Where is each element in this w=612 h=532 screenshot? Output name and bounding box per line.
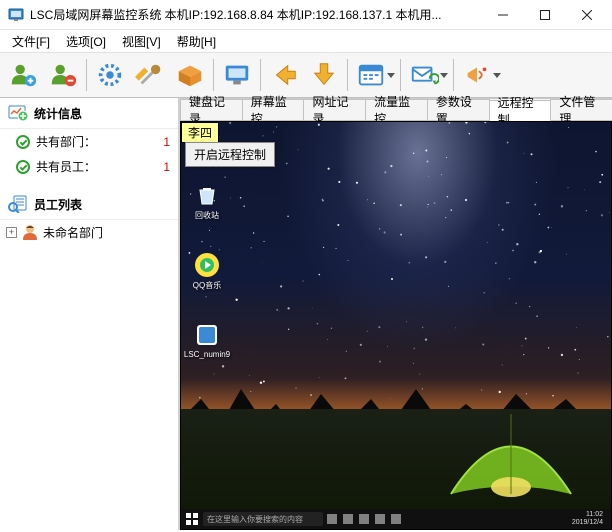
tree-row-dept[interactable]: + 未命名部门 (0, 220, 178, 244)
package-button[interactable] (171, 56, 209, 94)
app-icon (8, 7, 24, 23)
desktop-icon-label: QQ音乐 (182, 280, 232, 291)
monitor-button[interactable] (218, 56, 256, 94)
taskbar-icons (327, 514, 401, 524)
mail-refresh-button[interactable] (405, 56, 443, 94)
tools-wrench-button[interactable] (131, 56, 169, 94)
close-button[interactable] (566, 1, 608, 29)
list-title: 员工列表 (34, 196, 82, 213)
dept-label: 共有部门： (36, 133, 144, 150)
clock-date: 2019/12/4 (572, 519, 603, 527)
desktop-icon-qqmusic: QQ音乐 (187, 252, 227, 291)
window-controls (482, 1, 608, 29)
separator (260, 59, 261, 91)
toolbar (0, 52, 612, 98)
announce-button[interactable] (458, 56, 496, 94)
content-area: 回收站 QQ音乐 LSC_numin9 在这里输入你要搜索的内容 (180, 121, 612, 530)
tab-settings[interactable]: 参数设置 (427, 99, 490, 120)
clock-time: 11:02 (572, 511, 603, 519)
menu-file[interactable]: 文件[F] (4, 31, 58, 52)
taskbar-search-placeholder: 在这里输入你要搜索的内容 (207, 514, 303, 525)
avatar-icon (21, 223, 39, 241)
taskbar-app-icon (391, 514, 401, 524)
remove-user-button[interactable] (44, 56, 82, 94)
separator (400, 59, 401, 91)
tabs: 键盘记录 屏幕监控 网址记录 流量监控 参数设置 远程控制 文件管理 (180, 99, 612, 121)
menubar: 文件[F] 选项[O] 视图[V] 帮助[H] (0, 30, 612, 52)
settings-gear-button[interactable] (91, 56, 129, 94)
desktop-icon-label: 回收站 (182, 210, 232, 221)
stats-title: 统计信息 (34, 105, 82, 122)
main-panel: 键盘记录 屏幕监控 网址记录 流量监控 参数设置 远程控制 文件管理 (180, 98, 612, 530)
tab-remote[interactable]: 远程控制 (489, 100, 552, 121)
taskbar-clock: 11:02 2019/12/4 (572, 511, 607, 526)
tab-screen[interactable]: 屏幕监控 (242, 99, 305, 120)
separator (453, 59, 454, 91)
separator (347, 59, 348, 91)
start-remote-button[interactable]: 开启远程控制 (185, 142, 275, 167)
taskbar-app-icon (343, 514, 353, 524)
emp-label: 共有员工： (36, 158, 144, 175)
taskbar-app-icon (359, 514, 369, 524)
dept-row: 共有部门： 1 (0, 129, 178, 154)
workspace: 统计信息 共有部门： 1 共有员工： 1 员工列表 + 未命名部门 键盘记录 屏… (0, 98, 612, 530)
tab-traffic[interactable]: 流量监控 (365, 99, 428, 120)
tree-expand-icon[interactable]: + (6, 227, 17, 238)
sidebar: 统计信息 共有部门： 1 共有员工： 1 员工列表 + 未命名部门 (0, 98, 180, 530)
arrow-left-button[interactable] (265, 56, 303, 94)
emp-count: 1 (150, 160, 170, 174)
stats-icon (8, 104, 28, 122)
titlebar: LSC局域网屏幕监控系统 本机IP:192.168.8.84 本机IP:192.… (0, 0, 612, 30)
taskbar-search: 在这里输入你要搜索的内容 (203, 512, 323, 526)
stats-header: 统计信息 (0, 98, 178, 129)
check-icon (16, 135, 30, 149)
separator (213, 59, 214, 91)
tab-files[interactable]: 文件管理 (550, 99, 612, 120)
remote-desktop-thumbnail[interactable]: 回收站 QQ音乐 LSC_numin9 在这里输入你要搜索的内容 (181, 122, 611, 529)
taskbar-app-icon (375, 514, 385, 524)
menu-help[interactable]: 帮助[H] (169, 31, 224, 52)
minimize-button[interactable] (482, 1, 524, 29)
menu-options[interactable]: 选项[O] (58, 31, 114, 52)
remote-taskbar: 在这里输入你要搜索的内容 11:02 2019/12/4 (181, 509, 611, 529)
add-user-button[interactable] (4, 56, 42, 94)
desktop-icon-recycle: 回收站 (187, 182, 227, 221)
desktop-icon-label: LSC_numin9 (182, 350, 232, 359)
calendar-button[interactable] (352, 56, 390, 94)
dept-count: 1 (150, 135, 170, 149)
desktop-icon-lsc: LSC_numin9 (187, 322, 227, 359)
arrow-down-button[interactable] (305, 56, 343, 94)
list-header: 员工列表 (0, 189, 178, 220)
separator (86, 59, 87, 91)
menu-view[interactable]: 视图[V] (114, 31, 169, 52)
list-search-icon (8, 195, 28, 213)
maximize-button[interactable] (524, 1, 566, 29)
tab-url[interactable]: 网址记录 (303, 99, 366, 120)
emp-row: 共有员工： 1 (0, 154, 178, 179)
window-title: LSC局域网屏幕监控系统 本机IP:192.168.8.84 本机IP:192.… (30, 6, 482, 23)
wallpaper-tent (441, 409, 581, 499)
tab-keyboard[interactable]: 键盘记录 (180, 99, 243, 120)
client-name-label: 李四 (181, 122, 219, 143)
check-icon (16, 160, 30, 174)
taskbar-app-icon (327, 514, 337, 524)
start-icon (185, 512, 199, 526)
dept-name: 未命名部门 (43, 224, 103, 241)
